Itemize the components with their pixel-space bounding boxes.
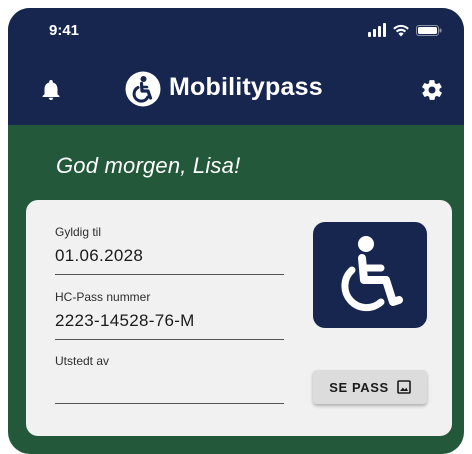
wifi-icon	[393, 24, 409, 37]
field-value: 01.06.2028	[55, 241, 284, 275]
signal-icon	[368, 23, 386, 37]
field-label: Utstedt av	[55, 354, 110, 368]
app-title: Mobilitypass	[169, 73, 323, 101]
se-pass-label: SE PASS	[329, 379, 389, 395]
field-value	[55, 370, 284, 404]
pass-card: Gyldig til 01.06.2028 HC-Pass nummer 222…	[26, 200, 452, 436]
bell-icon	[42, 80, 60, 100]
battery-icon	[416, 25, 442, 36]
wheelchair-logo-icon	[125, 71, 161, 107]
wheelchair-icon	[341, 236, 403, 312]
phone-screen: 9:41 Mobilitypass God morgen, Lisa! Gyld…	[8, 8, 464, 454]
greeting-text: God morgen, Lisa!	[56, 153, 241, 178]
app-header: 9:41 Mobilitypass	[8, 8, 464, 125]
se-pass-button[interactable]: SE PASS	[313, 370, 427, 404]
image-icon	[396, 380, 411, 394]
field-label: HC-Pass nummer	[55, 290, 151, 304]
pass-symbol-tile	[313, 222, 427, 328]
field-label: Gyldig til	[55, 225, 102, 239]
status-time: 9:41	[49, 22, 80, 39]
gear-icon	[422, 80, 442, 100]
pass-number-field: HC-Pass nummer 2223-14528-76-M	[55, 290, 284, 340]
issued-by-field: Utstedt av	[55, 354, 284, 404]
valid-until-field: Gyldig til 01.06.2028	[55, 225, 284, 275]
status-icons	[362, 23, 442, 37]
settings-button[interactable]	[420, 78, 444, 102]
field-value: 2223-14528-76-M	[55, 306, 284, 340]
notifications-button[interactable]	[39, 78, 63, 102]
